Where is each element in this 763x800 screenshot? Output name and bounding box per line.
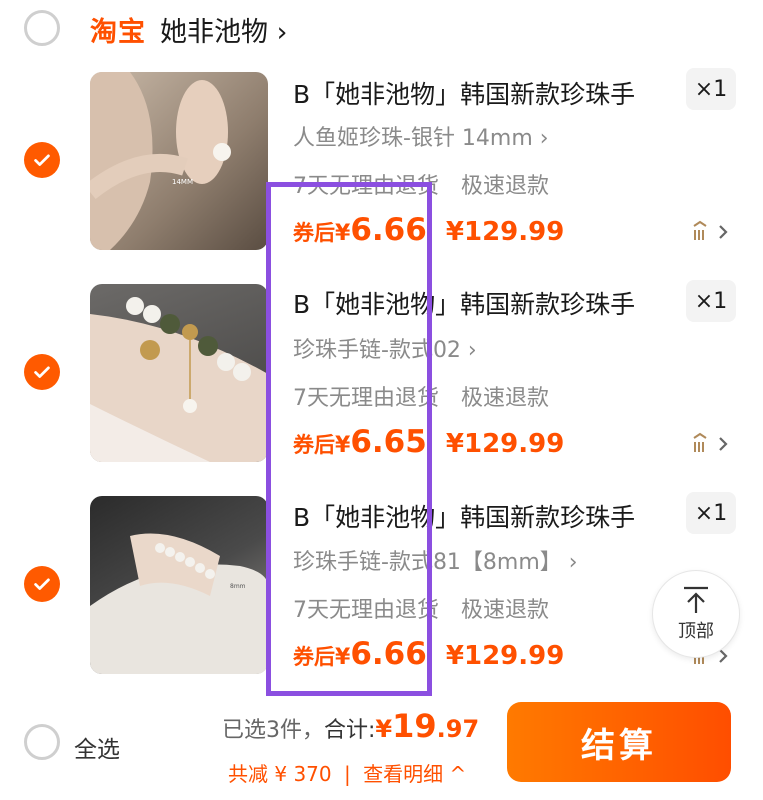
product-title[interactable]: B「她非池物」韩国新款珍珠手 (293, 75, 635, 111)
shop-name[interactable]: 她非池物 › (160, 10, 287, 49)
chevron-right-icon: › (276, 17, 288, 48)
price-original: ¥129.99 (445, 641, 565, 671)
check-icon (34, 366, 50, 378)
selected-count: 已选3件， (222, 718, 324, 743)
back-to-top-button[interactable]: 顶部 (652, 570, 740, 658)
total-int: 19 (392, 707, 437, 745)
earring-photo: 14MM (90, 72, 231, 250)
order-total: 已选3件，合计:¥19.97 (222, 707, 479, 745)
similar-button[interactable] (692, 220, 732, 248)
quantity-selector[interactable]: ×1 (686, 68, 736, 110)
bracelet-photo (90, 297, 268, 462)
product-image[interactable]: 14MM (90, 72, 268, 250)
svg-text:14MM: 14MM (172, 178, 193, 186)
product-image[interactable]: 8mm (90, 496, 268, 674)
service-tag-refund: 极速退款 (461, 598, 550, 623)
taobao-logo: 淘宝 (90, 17, 146, 48)
total-label: 合计: (324, 718, 376, 743)
quantity-selector[interactable]: ×1 (686, 280, 736, 322)
select-all-label[interactable]: 全选 (74, 730, 120, 764)
discount-total: 共减 ¥ 370 (228, 762, 332, 786)
similar-items-icon (693, 432, 728, 452)
similar-items-icon (693, 220, 728, 240)
arrow-up-icon (684, 586, 708, 613)
similar-button[interactable] (692, 432, 732, 460)
shop-select-checkbox[interactable] (24, 10, 60, 46)
item-checkbox[interactable] (24, 142, 60, 178)
check-icon (34, 154, 50, 166)
product-image[interactable] (90, 284, 268, 462)
svg-text:8mm: 8mm (230, 583, 246, 590)
total-symbol: ¥ (375, 715, 393, 743)
highlight-box (266, 182, 432, 696)
service-tag-refund: 极速退款 (461, 174, 550, 199)
total-decimal: .97 (436, 715, 480, 743)
item-checkbox[interactable] (24, 354, 60, 390)
check-icon (34, 578, 50, 590)
checkout-button[interactable]: 结算 (507, 702, 731, 782)
service-tag-refund: 极速退款 (461, 386, 550, 411)
product-variant[interactable]: 人鱼姬珍珠-银针 14mm › (293, 120, 549, 152)
quantity-selector[interactable]: ×1 (686, 492, 736, 534)
view-details-link[interactable]: 查看明细 ^ (363, 762, 466, 786)
discount-row[interactable]: 共减 ¥ 370 | 查看明细 ^ (228, 758, 466, 787)
select-all-checkbox[interactable] (24, 724, 60, 760)
back-to-top-label: 顶部 (678, 621, 714, 642)
item-checkbox[interactable] (24, 566, 60, 602)
divider: | (343, 762, 351, 786)
price-original: ¥129.99 (445, 429, 565, 459)
shop-name-label: 她非池物 (160, 17, 268, 48)
bracelet-wrist-photo: 8mm (90, 533, 268, 674)
price-original: ¥129.99 (445, 217, 565, 247)
